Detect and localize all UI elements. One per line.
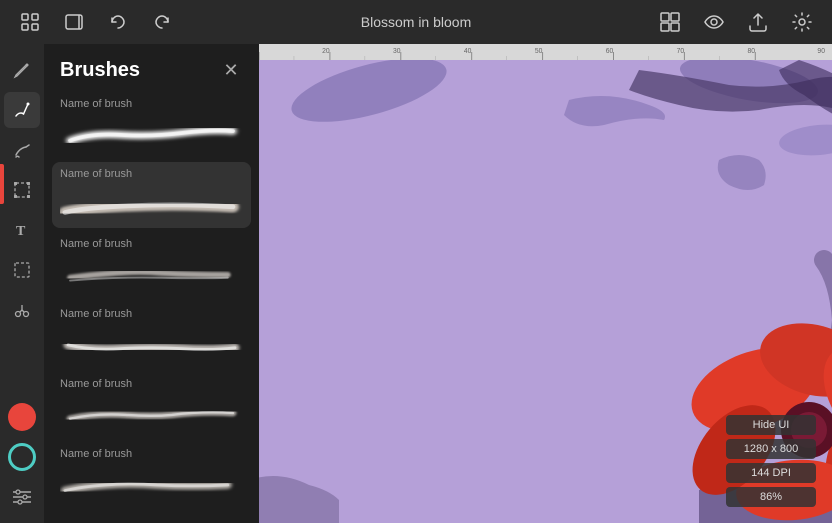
dpi-display: 144 DPI (726, 463, 816, 483)
list-item[interactable]: Name of brush (52, 302, 251, 368)
brush-name-label: Name of brush (60, 238, 243, 250)
brush-panel-header: Brushes ✕ (44, 44, 259, 92)
topbar: Blossom in bloom (0, 0, 832, 44)
list-item[interactable]: Name of brush (52, 92, 251, 158)
svg-text:20: 20 (322, 48, 330, 55)
brush-name-label: Name of brush (60, 168, 243, 180)
color-swatch[interactable] (8, 403, 36, 431)
brush-name-label: Name of brush (60, 308, 243, 320)
brush-tool-button[interactable] (4, 92, 40, 128)
svg-text:40: 40 (464, 48, 472, 55)
transform-tool-button[interactable] (4, 172, 40, 208)
scissors-tool-button[interactable] (4, 292, 40, 328)
svg-text:50: 50 (535, 48, 543, 55)
tablet-icon[interactable] (60, 8, 88, 36)
brush-name-label: Name of brush (60, 448, 243, 460)
canvas-area[interactable]: 20 30 40 50 60 70 80 90 (259, 44, 832, 523)
brush-preview (60, 394, 243, 432)
list-item[interactable]: Name of brush (52, 372, 251, 438)
svg-text:60: 60 (606, 48, 614, 55)
brush-panel: Brushes ✕ Name of brush (44, 44, 259, 523)
adjustments-button[interactable] (4, 479, 40, 515)
svg-text:T: T (16, 224, 26, 239)
list-item[interactable]: Name of brush (52, 162, 251, 228)
undo-icon[interactable] (104, 8, 132, 36)
brush-panel-title: Brushes (60, 59, 140, 82)
pencil-tool-button[interactable] (4, 52, 40, 88)
settings-icon[interactable] (788, 8, 816, 36)
list-item[interactable]: Name of brush (52, 442, 251, 508)
brush-name-label: Name of brush (60, 98, 243, 110)
brush-preview (60, 464, 243, 502)
brush-panel-close-button[interactable]: ✕ (219, 58, 243, 82)
selection-tool-button[interactable] (4, 252, 40, 288)
main-area: T (0, 44, 832, 523)
brush-preview (60, 114, 243, 152)
document-title: Blossom in bloom (361, 14, 472, 30)
gallery-icon[interactable] (656, 8, 684, 36)
list-item[interactable]: Name of brush (52, 232, 251, 298)
topbar-left-icons (16, 8, 176, 36)
brush-list: Name of brush Name of brush (44, 92, 259, 523)
brush-preview (60, 324, 243, 362)
hide-ui-button[interactable]: Hide UI (726, 415, 816, 435)
text-tool-button[interactable]: T (4, 212, 40, 248)
svg-text:80: 80 (748, 48, 756, 55)
info-panel: Hide UI 1280 x 800 144 DPI 86% (726, 415, 816, 507)
ruler-top: 20 30 40 50 60 70 80 90 (259, 44, 832, 60)
brush-name-label: Name of brush (60, 378, 243, 390)
left-toolbar: T (0, 44, 44, 523)
svg-text:70: 70 (677, 48, 685, 55)
resolution-display: 1280 x 800 (726, 439, 816, 459)
share-icon[interactable] (744, 8, 772, 36)
topbar-right-icons (656, 8, 816, 36)
opacity-indicator[interactable] (8, 443, 36, 471)
brush-preview (60, 184, 243, 222)
smudge-tool-button[interactable] (4, 132, 40, 168)
svg-text:90: 90 (817, 48, 825, 55)
zoom-display: 86% (726, 487, 816, 507)
layer-opacity-button[interactable] (4, 439, 40, 475)
grid-icon[interactable] (16, 8, 44, 36)
color-picker-button[interactable] (4, 399, 40, 435)
eye-icon[interactable] (700, 8, 728, 36)
brush-preview (60, 254, 243, 292)
redo-icon[interactable] (148, 8, 176, 36)
svg-text:30: 30 (393, 48, 401, 55)
